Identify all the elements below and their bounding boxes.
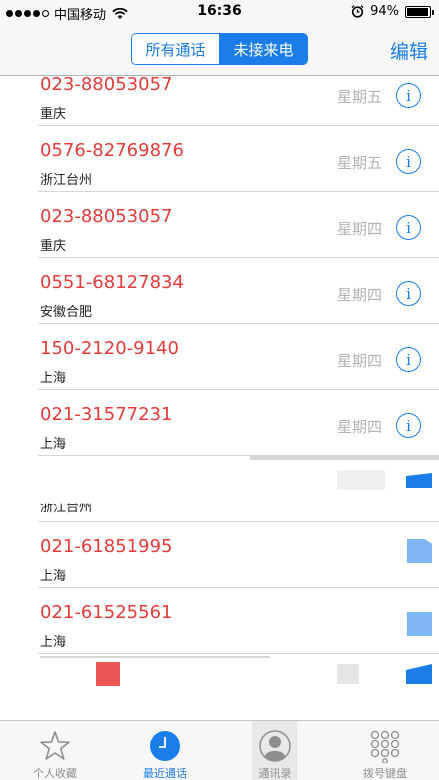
call-row[interactable]: 023-88053057 重庆 星期四 i (0, 192, 439, 258)
battery-fill (407, 7, 428, 16)
glitch-block (406, 664, 432, 684)
call-location: 安徽合肥 (40, 305, 93, 320)
info-icon[interactable]: i (396, 83, 421, 108)
info-icon[interactable]: i (396, 215, 421, 240)
call-day: 星期五 (336, 88, 382, 106)
call-number: 0576-82769876 (40, 140, 184, 161)
info-icon[interactable]: i (396, 413, 421, 438)
glitch-gap (0, 698, 439, 720)
call-row[interactable]: 0576-82769876 浙江台州 星期五 i (0, 126, 439, 192)
glitch-block (337, 470, 385, 490)
call-day: 星期四 (336, 418, 382, 436)
call-number: 021-61851995 (40, 536, 173, 557)
call-row (0, 654, 439, 720)
call-row[interactable]: 0551-68127834 安徽合肥 星期四 i (0, 258, 439, 324)
info-icon[interactable]: i (396, 149, 421, 174)
call-day: 星期五 (336, 154, 382, 172)
glitch-block (407, 539, 432, 563)
alarm-icon (351, 5, 364, 18)
call-location: 浙江台州 (40, 500, 93, 515)
tab-favorites[interactable]: 个人收藏 (0, 721, 110, 780)
call-location: 重庆 (40, 239, 67, 254)
call-number: 023-88053057 (40, 206, 173, 227)
glitch-line (40, 656, 270, 658)
call-location: 上海 (40, 437, 67, 452)
glitch-block (337, 664, 359, 684)
call-location: 上海 (40, 569, 67, 584)
call-location: 重庆 (40, 107, 67, 122)
info-icon[interactable]: i (396, 281, 421, 306)
call-number: 150-2120-9140 (40, 338, 179, 359)
glitch-line (250, 456, 439, 460)
tab-label: 拨号键盘 (363, 767, 407, 780)
glitch-block (407, 612, 432, 636)
call-day: 星期四 (336, 352, 382, 370)
tab-label: 个人收藏 (33, 767, 77, 780)
call-row[interactable]: 150-2120-9140 上海 星期四 i (0, 324, 439, 390)
call-day: 星期四 (336, 220, 382, 238)
glitch-block (96, 662, 120, 686)
contacts-icon (259, 730, 291, 762)
keypad-icon (370, 730, 400, 763)
tab-label: 通讯录 (258, 767, 292, 780)
recent-calls-list: 023-88053057 重庆 星期五 i 0576-82769876 浙江台州… (0, 60, 439, 720)
call-row[interactable]: 浙江台州 (0, 456, 439, 522)
tab-label: 最近通话 (143, 767, 187, 780)
info-icon[interactable]: i (396, 347, 421, 372)
call-location: 上海 (40, 371, 67, 386)
tab-bar: 个人收藏 最近通话 通讯录 拨号键盘 (0, 720, 439, 780)
status-right: 94% (351, 4, 434, 19)
call-row[interactable]: 021-61851995 上海 (0, 522, 439, 588)
call-row[interactable]: 023-88053057 重庆 星期五 i (0, 60, 439, 126)
call-day: 星期四 (336, 286, 382, 304)
tab-keypad[interactable]: 拨号键盘 (330, 721, 439, 780)
tab-recents[interactable]: 最近通话 (110, 721, 220, 780)
battery-percent: 94% (370, 4, 399, 19)
call-location: 浙江台州 (40, 173, 93, 188)
star-icon (40, 731, 70, 760)
call-location: 上海 (40, 635, 67, 650)
call-number: 021-61525561 (40, 602, 173, 623)
call-row[interactable]: 021-61525561 上海 (0, 588, 439, 654)
status-bar: 中国移动 16:36 94% (0, 0, 439, 24)
call-row[interactable]: 021-31577231 上海 星期四 i (0, 390, 439, 456)
glitch-block (406, 473, 432, 488)
clock-icon (150, 731, 180, 761)
call-number: 0551-68127834 (40, 272, 184, 293)
battery-icon (405, 5, 434, 18)
call-number: 021-31577231 (40, 404, 173, 425)
call-number: 023-88053057 (40, 74, 173, 95)
tab-contacts[interactable]: 通讯录 (220, 721, 330, 780)
